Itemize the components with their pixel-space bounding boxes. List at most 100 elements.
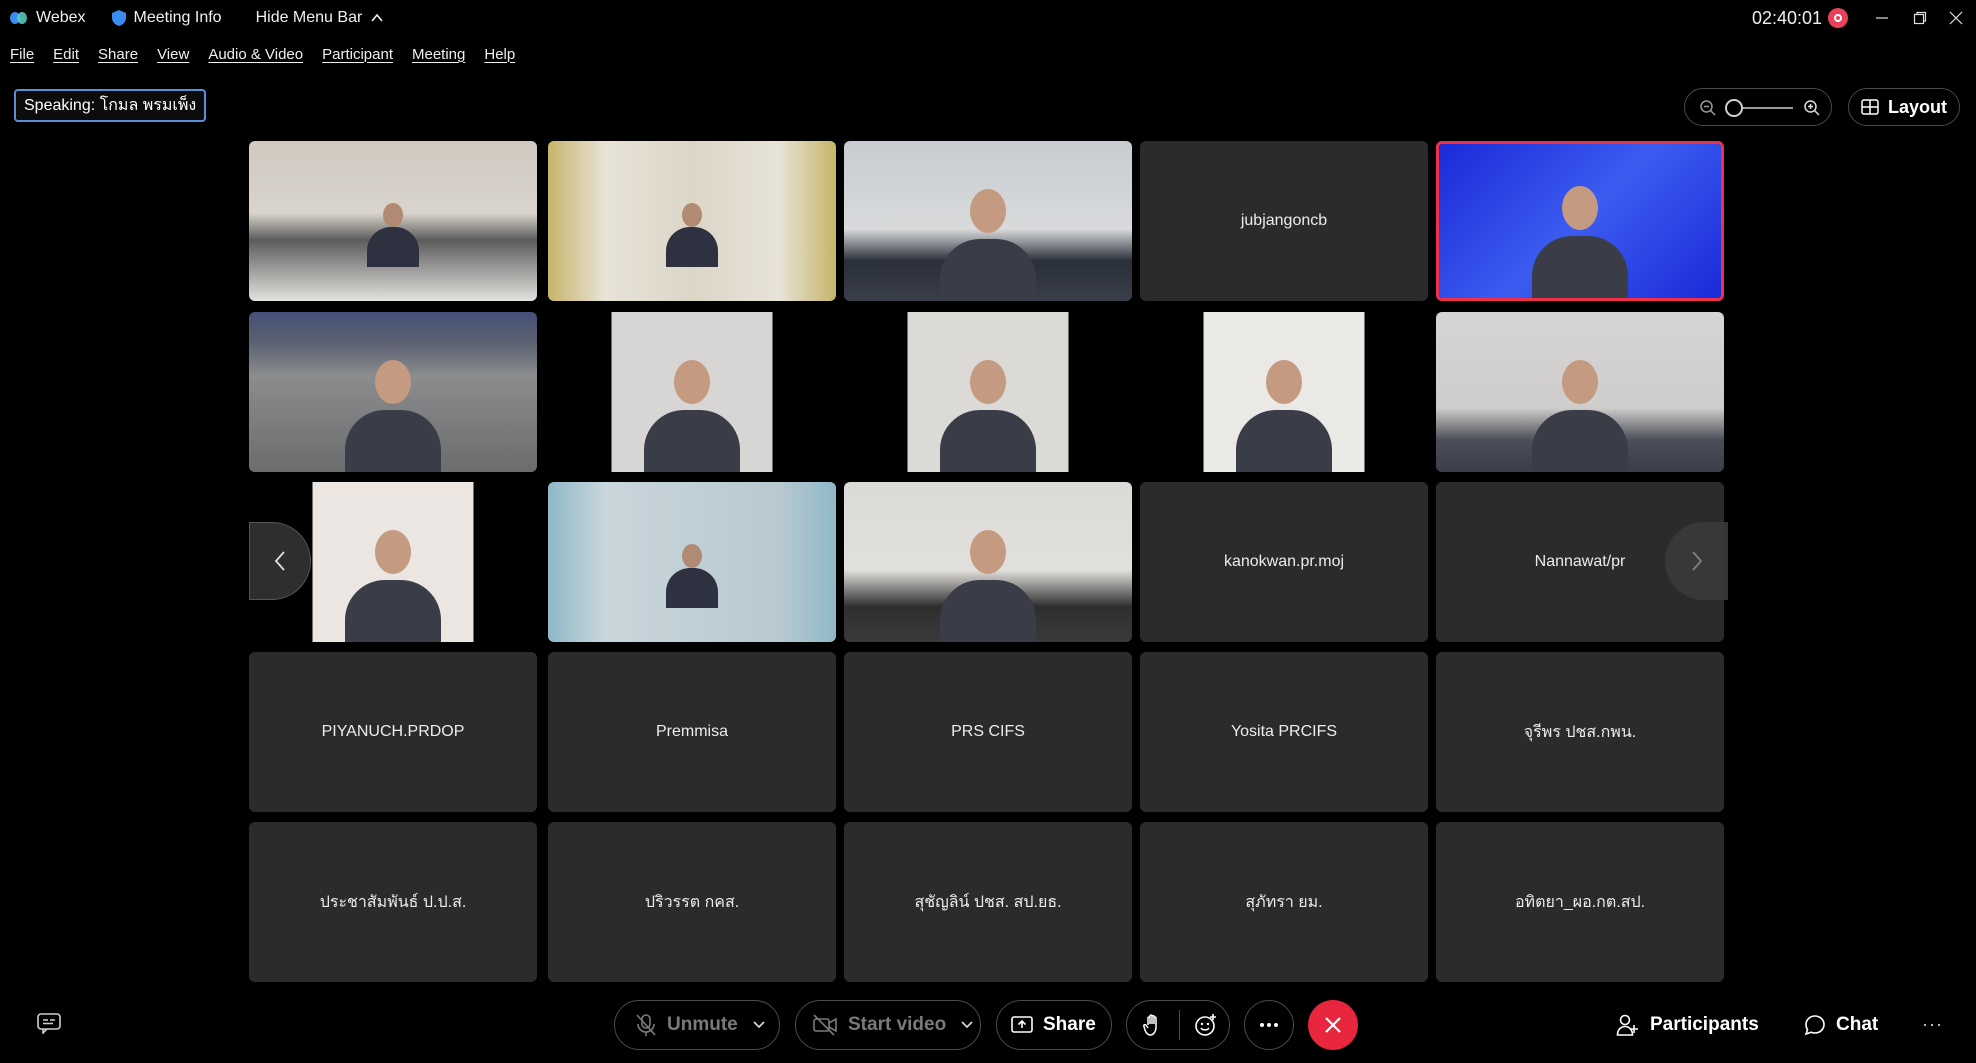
panel-more-icon[interactable]: ··· <box>1922 1014 1943 1035</box>
webex-app[interactable]: Webex <box>0 0 86 36</box>
more-options-button[interactable] <box>1244 1000 1294 1050</box>
share-label: Share <box>1043 1014 1096 1035</box>
reactions-emoji-icon[interactable] <box>1194 1013 1218 1037</box>
chat-icon <box>1804 1015 1825 1036</box>
hide-menu-bar-button[interactable]: Hide Menu Bar <box>256 0 385 36</box>
participant-video-feed <box>1140 312 1428 472</box>
participant-silhouette <box>644 352 740 472</box>
participant-video-tile[interactable] <box>1436 312 1724 472</box>
participant-video-tile[interactable] <box>548 312 836 472</box>
participant-name-tile[interactable]: ปริวรรต กคส. <box>548 822 836 982</box>
menu-audio-video[interactable]: Audio & Video <box>208 46 303 63</box>
participant-video-tile[interactable] <box>249 312 537 472</box>
participant-video-tile[interactable] <box>1140 312 1428 472</box>
close-window-button[interactable] <box>1936 0 1976 36</box>
participant-name: jubjangoncb <box>1240 212 1328 229</box>
menu-file[interactable]: File <box>10 46 34 63</box>
participant-silhouette <box>1532 178 1628 298</box>
participant-name-tile[interactable]: จุรีพร ปชส.กพน. <box>1436 652 1724 812</box>
participant-silhouette <box>345 352 441 472</box>
close-icon <box>1949 11 1963 25</box>
participant-video-tile[interactable] <box>844 312 1132 472</box>
participant-silhouette <box>662 197 722 267</box>
chat-button[interactable]: Chat <box>1804 1004 1878 1046</box>
participants-label: Participants <box>1650 1014 1759 1035</box>
closed-captions-icon[interactable] <box>36 1012 62 1034</box>
participant-name: จุรีพร ปชส.กพน. <box>1523 723 1637 741</box>
microphone-muted-icon <box>636 1014 656 1036</box>
layout-label: Layout <box>1887 96 1947 117</box>
participant-silhouette <box>1236 352 1332 472</box>
app-name: Webex <box>36 9 86 26</box>
zoom-thumb[interactable] <box>1725 99 1743 117</box>
participant-video-feed <box>844 312 1132 472</box>
participant-name: ประชาสัมพันธ์ ป.ป.ส. <box>319 893 467 911</box>
participant-name-tile[interactable]: kanokwan.pr.moj <box>1140 482 1428 642</box>
raise-hand-icon[interactable] <box>1143 1013 1163 1037</box>
participant-video-feed <box>548 312 836 472</box>
chevron-down-icon[interactable] <box>960 1020 974 1030</box>
start-video-label: Start video <box>848 1014 947 1035</box>
participant-silhouette <box>940 522 1036 642</box>
menu-view[interactable]: View <box>157 46 189 63</box>
minimize-button[interactable] <box>1862 0 1902 36</box>
participant-video-feed <box>548 482 836 642</box>
more-horizontal-icon <box>1260 1023 1278 1027</box>
meeting-info-button[interactable]: Meeting Info <box>111 0 222 36</box>
title-bar: Webex Meeting Info Hide Menu Bar <box>0 0 1976 36</box>
participant-video-tile[interactable] <box>548 141 836 301</box>
participant-video-feed <box>844 482 1132 642</box>
start-video-button[interactable]: Start video <box>795 1000 981 1050</box>
menu-edit[interactable]: Edit <box>53 46 79 63</box>
recording-icon[interactable] <box>1828 8 1848 28</box>
unmute-button[interactable]: Unmute <box>614 1000 780 1050</box>
minimize-icon <box>1876 17 1888 19</box>
chevron-down-icon[interactable] <box>752 1020 766 1030</box>
share-screen-icon <box>1011 1016 1033 1033</box>
restore-icon <box>1913 11 1927 25</box>
participants-icon <box>1616 1014 1638 1036</box>
menu-participant[interactable]: Participant <box>322 46 393 63</box>
participant-video-tile[interactable] <box>844 141 1132 301</box>
participant-video-tile[interactable] <box>249 141 537 301</box>
zoom-out-icon[interactable] <box>1699 99 1717 117</box>
chevron-left-icon <box>274 551 285 571</box>
participants-button[interactable]: Participants <box>1616 1004 1759 1046</box>
participant-name: Premmisa <box>655 723 728 740</box>
participant-name: PIYANUCH.PRDOP <box>321 723 465 740</box>
video-off-icon <box>813 1014 837 1036</box>
close-icon <box>1325 1017 1341 1033</box>
hide-menu-bar-label: Hide Menu Bar <box>255 9 363 26</box>
participant-name-tile[interactable]: Premmisa <box>548 652 836 812</box>
participant-name: kanokwan.pr.moj <box>1223 553 1345 570</box>
participant-video-tile[interactable] <box>1436 141 1724 301</box>
restore-button[interactable] <box>1900 0 1940 36</box>
unmute-label: Unmute <box>667 1014 738 1035</box>
participant-name: สุชัญลิน์ ปชส. สป.ยธ. <box>914 893 1062 911</box>
zoom-slider[interactable] <box>1684 88 1832 126</box>
leave-meeting-button[interactable] <box>1308 1000 1358 1050</box>
participant-silhouette <box>662 538 722 608</box>
participant-name-tile[interactable]: สุชัญลิน์ ปชส. สป.ยธ. <box>844 822 1132 982</box>
menu-share[interactable]: Share <box>98 46 138 63</box>
participant-name-tile[interactable]: jubjangoncb <box>1140 141 1428 301</box>
share-button[interactable]: Share <box>996 1000 1112 1050</box>
chevron-right-icon <box>1691 551 1702 571</box>
participant-video-tile[interactable] <box>548 482 836 642</box>
grid-layout-icon <box>1861 99 1879 115</box>
participant-video-tile[interactable] <box>844 482 1132 642</box>
participant-name-tile[interactable]: ประชาสัมพันธ์ ป.ป.ส. <box>249 822 537 982</box>
reactions-group <box>1126 1000 1230 1050</box>
participant-silhouette <box>940 181 1036 301</box>
menu-help[interactable]: Help <box>484 46 515 63</box>
participant-name-tile[interactable]: PIYANUCH.PRDOP <box>249 652 537 812</box>
participant-name-tile[interactable]: Yosita PRCIFS <box>1140 652 1428 812</box>
menu-meeting[interactable]: Meeting <box>412 46 465 63</box>
layout-button[interactable]: Layout <box>1848 88 1960 126</box>
participant-name-tile[interactable]: สุภัทรา ยม. <box>1140 822 1428 982</box>
zoom-in-icon[interactable] <box>1803 99 1821 117</box>
participant-name-tile[interactable]: PRS CIFS <box>844 652 1132 812</box>
participant-video-feed <box>844 141 1132 301</box>
chevron-up-icon <box>371 13 383 22</box>
participant-name-tile[interactable]: อทิตยา_ผอ.กต.สป. <box>1436 822 1724 982</box>
